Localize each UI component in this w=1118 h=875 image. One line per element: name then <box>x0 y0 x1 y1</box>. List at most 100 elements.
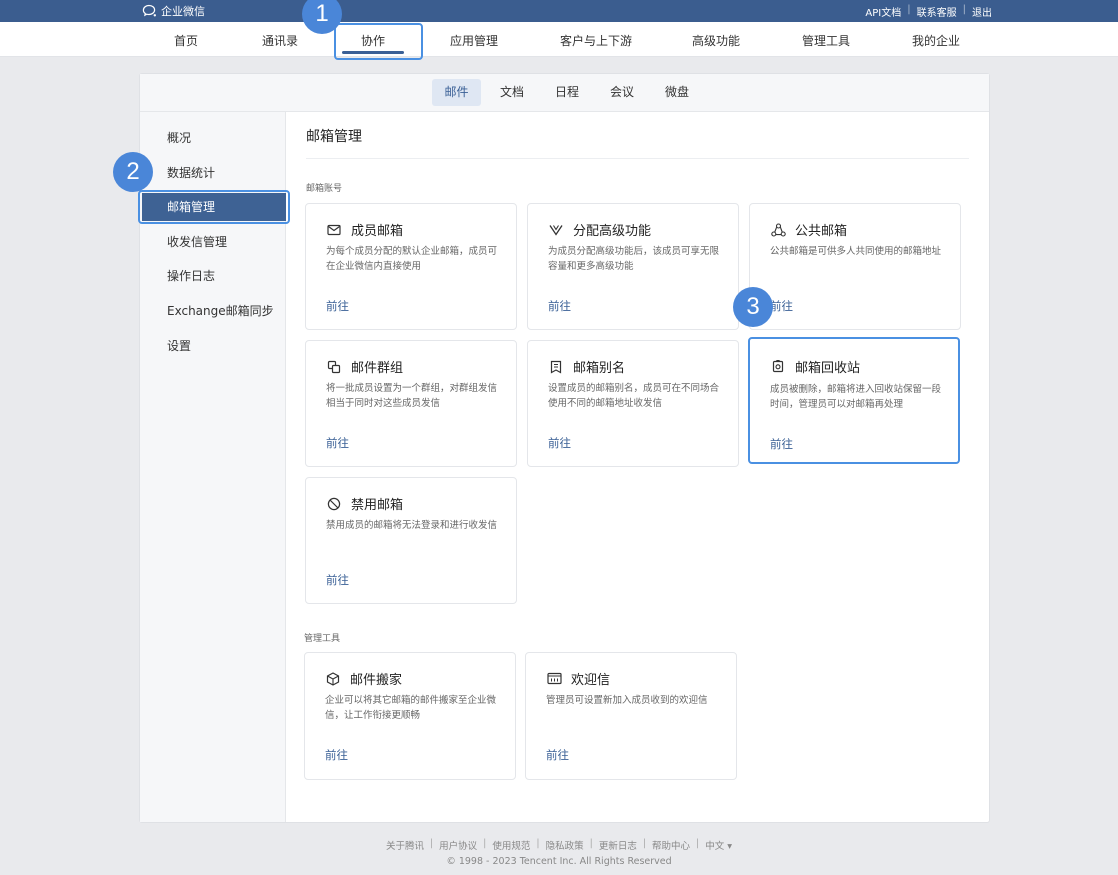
card-title: 公共邮箱 <box>795 224 848 239</box>
recycle-icon <box>770 359 786 375</box>
card-title: 分配高级功能 <box>573 224 652 239</box>
footer-link-changelog[interactable]: 更新日志 <box>599 838 637 852</box>
card-member-mailbox[interactable]: 成员邮箱 为每个成员分配的默认企业邮箱，成员可在企业微信内直接使用 前往 <box>305 203 517 330</box>
card-go-link[interactable]: 前往 <box>770 436 793 452</box>
card-mail-group[interactable]: 邮件群组 将一批成员设置为一个群组，对群组发信相当于同时对这些成员发信 前往 <box>305 340 517 467</box>
card-description: 设置成员的邮箱别名，成员可在不同场合使用不同的邮箱地址收发信 <box>548 383 720 409</box>
card-title: 禁用邮箱 <box>351 498 404 513</box>
card-public-mailbox[interactable]: 公共邮箱 公共邮箱是可供多人共同使用的邮箱地址 前往 <box>749 203 961 330</box>
divider <box>306 158 969 159</box>
card-assign-advanced[interactable]: 分配高级功能 为成员分配高级功能后，该成员可享无限容量和更多高级功能 前往 <box>527 203 739 330</box>
card-mailbox-alias[interactable]: 邮箱别名 设置成员的邮箱别名，成员可在不同场合使用不同的邮箱地址收发信 前往 <box>527 340 739 467</box>
page-title: 邮箱管理 <box>306 129 362 145</box>
nav-highlight-box <box>334 23 423 60</box>
sidebar-item-settings[interactable]: 设置 <box>140 332 286 360</box>
sidebar-item-statistics[interactable]: 数据统计 <box>140 159 286 187</box>
card-title: 成员邮箱 <box>351 224 404 239</box>
card-description: 为每个成员分配的默认企业邮箱，成员可在企业微信内直接使用 <box>326 246 498 272</box>
nav-customers[interactable]: 客户与上下游 <box>556 22 636 57</box>
card-title: 邮件群组 <box>351 361 404 376</box>
card-title: 邮箱别名 <box>573 361 626 376</box>
top-links: API文档 | 联系客服 | 退出 <box>865 4 992 19</box>
card-description: 企业可以将其它邮箱的邮件搬家至企业微信，让工作衔接更顺畅 <box>325 695 497 721</box>
sidebar-highlight-box <box>138 190 290 224</box>
welcome-icon <box>546 671 562 687</box>
card-title: 邮箱回收站 <box>795 361 861 376</box>
sidebar-item-overview[interactable]: 概况 <box>140 124 286 152</box>
footer-link-rules[interactable]: 使用规范 <box>492 838 530 852</box>
sidebar-item-exchange-sync[interactable]: Exchange邮箱同步 <box>140 297 286 325</box>
api-docs-link[interactable]: API文档 <box>865 4 901 19</box>
subtab-meeting[interactable]: 会议 <box>602 79 642 106</box>
sidebar-item-operation-log[interactable]: 操作日志 <box>140 262 286 290</box>
divider: | <box>536 838 540 849</box>
footer-link-agreement[interactable]: 用户协议 <box>439 838 477 852</box>
card-description: 为成员分配高级功能后，该成员可享无限容量和更多高级功能 <box>548 246 720 272</box>
divider: | <box>483 838 487 849</box>
card-description: 将一批成员设置为一个群组，对群组发信相当于同时对这些成员发信 <box>326 383 498 409</box>
divider: | <box>907 4 911 15</box>
card-description: 成员被删除，邮箱将进入回收站保留一段时间，管理员可以对邮箱再处理 <box>770 384 942 410</box>
divider: | <box>696 838 700 849</box>
card-go-link[interactable]: 前往 <box>770 298 793 314</box>
nav-my-enterprise[interactable]: 我的企业 <box>906 22 966 57</box>
copyright: © 1998 - 2023 Tencent Inc. All Rights Re… <box>446 856 672 867</box>
card-description: 禁用成员的邮箱将无法登录和进行收发信 <box>326 520 498 531</box>
section-label-accounts: 邮箱账号 <box>306 184 343 194</box>
section-label-tools: 管理工具 <box>304 634 341 644</box>
sidebar-item-send-receive[interactable]: 收发信管理 <box>140 228 286 256</box>
nav-app-management[interactable]: 应用管理 <box>444 22 504 57</box>
group-icon <box>326 359 342 375</box>
card-go-link[interactable]: 前往 <box>548 298 571 314</box>
footer: 关于腾讯 | 用户协议 | 使用规范 | 隐私政策 | 更新日志 | 帮助中心 | 中文 ▾… <box>0 838 1118 867</box>
mail-icon <box>326 222 342 238</box>
box-icon <box>325 671 341 687</box>
card-go-link[interactable]: 前往 <box>326 435 349 451</box>
sub-nav: 邮件 文档 日程 会议 微盘 <box>140 74 989 112</box>
ban-icon <box>326 496 342 512</box>
content-panel: 邮件 文档 日程 会议 微盘 概况 数据统计 邮箱管理 收发信管理 操作日志 E… <box>139 73 990 823</box>
card-disable-mailbox[interactable]: 禁用邮箱 禁用成员的邮箱将无法登录和进行收发信 前往 <box>305 477 517 604</box>
main-nav: 首页 通讯录 协作 应用管理 客户与上下游 高级功能 管理工具 我的企业 <box>0 22 1118 57</box>
card-title: 邮件搬家 <box>350 673 403 688</box>
divider: | <box>962 4 966 15</box>
subtab-mail[interactable]: 邮件 <box>432 79 481 106</box>
shared-icon <box>770 222 786 238</box>
card-description: 公共邮箱是可供多人共同使用的邮箱地址 <box>770 246 942 257</box>
footer-link-help[interactable]: 帮助中心 <box>652 838 690 852</box>
nav-admin-tools[interactable]: 管理工具 <box>796 22 856 57</box>
divider: | <box>589 838 593 849</box>
subtab-drive[interactable]: 微盘 <box>657 79 697 106</box>
language-select[interactable]: 中文 ▾ <box>705 838 732 852</box>
brand-logo[interactable]: 企业微信 <box>142 3 205 19</box>
card-title: 欢迎信 <box>571 673 611 688</box>
top-bar: 企业微信 API文档 | 联系客服 | 退出 <box>0 0 1118 22</box>
divider: | <box>642 838 647 849</box>
card-go-link[interactable]: 前往 <box>548 435 571 451</box>
vip-icon <box>548 222 564 238</box>
subtab-docs[interactable]: 文档 <box>492 79 532 106</box>
card-go-link[interactable]: 前往 <box>326 572 349 588</box>
card-welcome-letter[interactable]: 欢迎信 管理员可设置新加入成员收到的欢迎信 前往 <box>525 652 737 780</box>
card-go-link[interactable]: 前往 <box>325 747 348 763</box>
card-go-link[interactable]: 前往 <box>326 298 349 314</box>
contact-support-link[interactable]: 联系客服 <box>917 4 957 19</box>
divider: | <box>429 838 434 849</box>
nav-advanced[interactable]: 高级功能 <box>686 22 746 57</box>
alias-icon <box>548 359 564 375</box>
subtab-calendar[interactable]: 日程 <box>547 79 587 106</box>
nav-home[interactable]: 首页 <box>166 22 206 57</box>
nav-contacts[interactable]: 通讯录 <box>256 22 304 57</box>
footer-link-privacy[interactable]: 隐私政策 <box>546 838 584 852</box>
wecom-logo-icon <box>142 4 156 17</box>
footer-link-about[interactable]: 关于腾讯 <box>386 838 424 852</box>
card-mailbox-recycle-bin[interactable]: 邮箱回收站 成员被删除，邮箱将进入回收站保留一段时间，管理员可以对邮箱再处理 前… <box>748 337 960 464</box>
card-mail-migration[interactable]: 邮件搬家 企业可以将其它邮箱的邮件搬家至企业微信，让工作衔接更顺畅 前往 <box>304 652 516 780</box>
card-go-link[interactable]: 前往 <box>546 747 569 763</box>
step-badge-2: 2 <box>113 152 153 192</box>
footer-links: 关于腾讯 | 用户协议 | 使用规范 | 隐私政策 | 更新日志 | 帮助中心 | 中文 ▾ <box>0 838 1118 852</box>
step-badge-3: 3 <box>733 287 773 327</box>
logout-link[interactable]: 退出 <box>972 4 992 19</box>
card-description: 管理员可设置新加入成员收到的欢迎信 <box>546 695 708 706</box>
brand-name: 企业微信 <box>161 5 205 18</box>
